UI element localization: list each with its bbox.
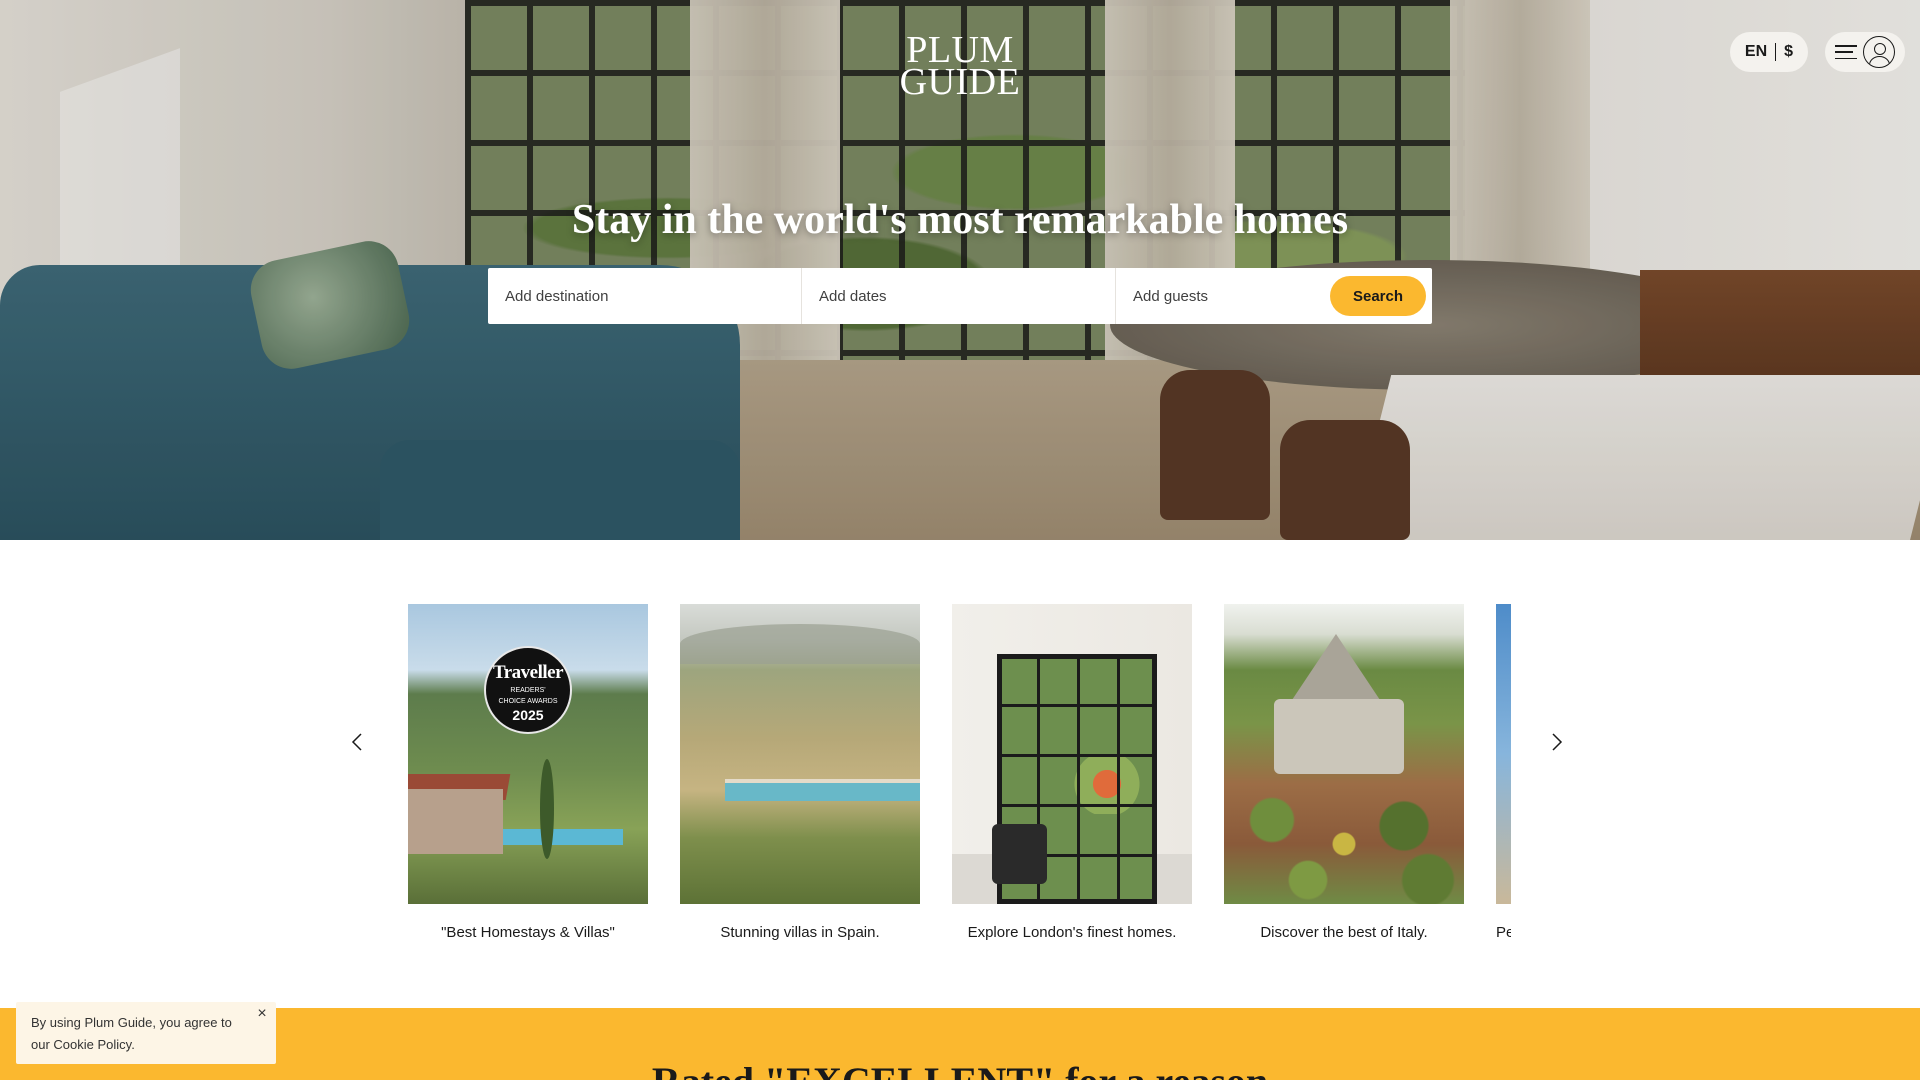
cookie-banner: By using Plum Guide, you agree to our Co… — [16, 1002, 276, 1064]
card-image — [952, 604, 1192, 904]
carousel-prev-button[interactable] — [345, 730, 369, 754]
cookie-text: By using Plum Guide, you agree to our Co… — [31, 1015, 232, 1052]
user-icon — [1863, 36, 1895, 68]
language-currency-button[interactable]: EN $ — [1730, 32, 1808, 72]
card-caption: Explore London's finest homes. — [967, 924, 1177, 941]
carousel-track: Traveller READERS' CHOICE AWARDS 2025 "B… — [408, 604, 1511, 964]
site-logo[interactable]: PLUM GUIDE — [880, 31, 1040, 103]
currency-label: $ — [1784, 43, 1794, 60]
badge-line-2: CHOICE AWARDS — [498, 698, 558, 705]
chevron-left-icon — [351, 733, 362, 751]
hero-title: Stay in the world's most remarkable home… — [571, 197, 1349, 243]
carousel-card[interactable]: Discover the best of Italy. — [1224, 604, 1464, 941]
carousel-card[interactable]: Pe — [1496, 604, 1511, 941]
carousel-card[interactable]: Explore London's finest homes. — [952, 604, 1192, 941]
guests-input[interactable]: Add guests — [1116, 268, 1326, 324]
hamburger-icon — [1835, 45, 1857, 59]
account-menu-button[interactable] — [1825, 32, 1905, 72]
badge-brand: Traveller — [492, 662, 564, 683]
badge-year: 2025 — [512, 707, 544, 723]
chevron-right-icon — [1552, 733, 1563, 751]
traveller-award-badge: Traveller READERS' CHOICE AWARDS 2025 — [484, 646, 572, 734]
destination-input[interactable]: Add destination — [488, 268, 802, 324]
badge-line-1: READERS' — [510, 687, 546, 694]
rated-section: Rated "EXCELLENT" for a reason — [0, 1008, 1920, 1080]
card-image — [1224, 604, 1464, 904]
search-button[interactable]: Search — [1330, 276, 1426, 316]
dates-input[interactable]: Add dates — [802, 268, 1116, 324]
collections-carousel: Traveller READERS' CHOICE AWARDS 2025 "B… — [345, 600, 1575, 960]
card-image — [1496, 604, 1511, 904]
language-divider — [1775, 43, 1777, 61]
card-caption: Pe — [1496, 924, 1511, 941]
search-bar: Add destination Add dates Add guests Sea… — [488, 268, 1432, 324]
card-caption: Discover the best of Italy. — [1260, 924, 1428, 941]
card-image — [680, 604, 920, 904]
logo-line-2: GUIDE — [899, 61, 1021, 103]
carousel-next-button[interactable] — [1545, 730, 1569, 754]
rated-title: Rated "EXCELLENT" for a reason — [460, 1058, 1460, 1080]
carousel-card[interactable]: Traveller READERS' CHOICE AWARDS 2025 "B… — [408, 604, 648, 941]
card-caption: "Best Homestays & Villas" — [441, 924, 615, 941]
card-caption: Stunning villas in Spain. — [720, 924, 880, 941]
card-image: Traveller READERS' CHOICE AWARDS 2025 — [408, 604, 648, 904]
close-icon[interactable]: × — [252, 1004, 272, 1024]
language-label: EN — [1744, 43, 1768, 60]
carousel-card[interactable]: Stunning villas in Spain. — [680, 604, 920, 941]
